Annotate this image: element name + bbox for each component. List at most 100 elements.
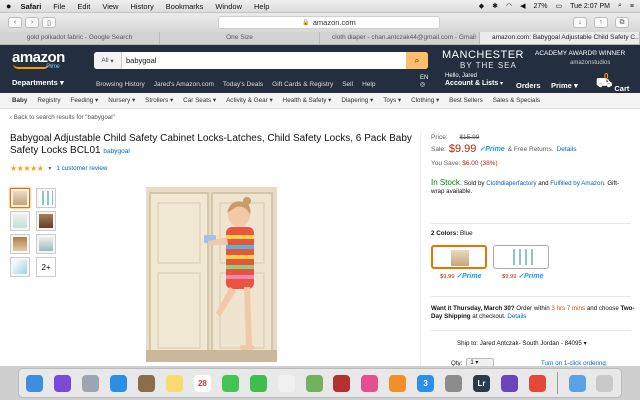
imovie-icon[interactable] [500, 374, 518, 392]
clock[interactable]: Tue 2:07 PM [570, 3, 610, 10]
chrome-icon[interactable] [528, 374, 546, 392]
subnav-best-sellers[interactable]: Best Sellers [449, 97, 483, 104]
subnav-car-seats[interactable]: Car Seats ▾ [183, 97, 216, 104]
menu-help[interactable]: Help [254, 2, 269, 11]
menu-safari[interactable]: Safari [20, 2, 41, 11]
tab-gmail[interactable]: cloth diaper - chan.antczak44@gmail.com … [320, 32, 480, 44]
itunes-icon[interactable] [361, 374, 379, 392]
free-returns-details-link[interactable]: Details [557, 146, 577, 153]
thumbnail[interactable] [10, 211, 30, 231]
prime-menu[interactable]: Prime ▾ [551, 81, 578, 90]
menu-bookmarks[interactable]: Bookmarks [166, 2, 204, 11]
sidebar-icon[interactable]: ▯ [42, 17, 56, 28]
lightroom-icon[interactable]: Lr [472, 374, 490, 392]
promo-banner[interactable]: MANCHESTER BY THE SEA ACADEMY AWARD® WIN… [440, 49, 640, 71]
bluetooth-icon[interactable]: ✱ [492, 2, 498, 10]
star-rating[interactable]: ★★★★★ [10, 164, 44, 173]
notes-icon[interactable] [165, 374, 183, 392]
subnav-health-safety[interactable]: Health & Safety ▾ [283, 97, 332, 104]
volume-icon[interactable]: ◀ [520, 2, 525, 10]
maps-icon[interactable] [305, 374, 323, 392]
nav-sell[interactable]: Sell [342, 81, 353, 88]
subnav-baby[interactable]: Baby [12, 97, 27, 104]
chevron-down-icon[interactable]: ▾ [48, 165, 51, 172]
subnav-feeding[interactable]: Feeding ▾ [71, 97, 99, 104]
color-swatch-blue[interactable] [431, 245, 487, 269]
orders-link[interactable]: Orders [516, 81, 541, 90]
subnav-nursery[interactable]: Nursery ▾ [108, 97, 135, 104]
menu-view[interactable]: View [102, 2, 118, 11]
subnav-toys[interactable]: Toys ▾ [383, 97, 401, 104]
launchpad-icon[interactable] [82, 374, 100, 392]
menu-history[interactable]: History [130, 2, 153, 11]
photo-icon[interactable] [138, 374, 156, 392]
thumbnail[interactable] [10, 188, 30, 208]
trash-icon[interactable] [596, 374, 614, 392]
subnav-diapering[interactable]: Diapering ▾ [341, 97, 373, 104]
apple-icon[interactable]: ● [6, 1, 11, 11]
nav-gift-cards[interactable]: Gift Cards & Registry [272, 81, 333, 88]
product-main-image[interactable] [146, 187, 277, 362]
color-swatch-white[interactable] [493, 245, 549, 269]
brand-link[interactable]: babygoal [103, 148, 129, 155]
thumbnail[interactable] [36, 211, 56, 231]
search-icon[interactable]: ⌕ [618, 2, 622, 10]
language-selector[interactable]: EN ◎ [420, 75, 428, 89]
tab-one-size[interactable]: One Size [160, 32, 320, 44]
seller-link[interactable]: Clothdiaperfactory [486, 180, 536, 187]
account-menu[interactable]: Hello, Jared Account & Lists ▾ [445, 73, 503, 88]
search-input[interactable]: babygoal [122, 52, 406, 69]
tab-google-search[interactable]: gold polkadot fabric - Google Search [0, 32, 160, 44]
thumbnail[interactable] [36, 234, 56, 254]
subnav-activity-gear[interactable]: Activity & Gear ▾ [226, 97, 273, 104]
ibooks-icon[interactable] [389, 374, 407, 392]
messages-icon[interactable] [221, 374, 239, 392]
nav-browsing-history[interactable]: Browsing History [96, 81, 145, 88]
menu-file[interactable]: File [53, 2, 65, 11]
address-bar[interactable]: 🔒 amazon.com [218, 16, 440, 29]
subnav-clothing[interactable]: Clothing ▾ [411, 97, 439, 104]
menu-list-icon[interactable]: ≡ [630, 3, 634, 10]
downloads-icon[interactable] [568, 374, 586, 392]
battery-icon[interactable]: ▭ [556, 2, 563, 10]
photos-icon[interactable] [277, 374, 295, 392]
thumbnail[interactable] [36, 188, 56, 208]
nav-todays-deals[interactable]: Today's Deals [223, 81, 263, 88]
calendar-icon[interactable]: 28 [193, 374, 211, 392]
system-preferences-icon[interactable] [445, 374, 463, 392]
thumbnail[interactable] [10, 234, 30, 254]
thumbnail[interactable] [10, 257, 30, 277]
download-icon[interactable]: ↓ [573, 17, 587, 28]
finder-icon[interactable] [26, 374, 44, 392]
wifi-icon[interactable]: ◠ [506, 2, 512, 10]
subnav-strollers[interactable]: Strollers ▾ [145, 97, 173, 104]
tabs-overview-icon[interactable]: ⧉ [615, 17, 629, 28]
back-to-results-link[interactable]: ‹ Back to search results for "babygoal" [10, 114, 115, 121]
forward-button[interactable]: › [25, 17, 39, 28]
facetime-icon[interactable] [249, 374, 267, 392]
search-category[interactable]: All ▾ [94, 52, 122, 69]
more-images-button[interactable]: 2+ [36, 257, 56, 277]
nav-help[interactable]: Help [362, 81, 375, 88]
menu-window[interactable]: Window [215, 2, 242, 11]
cart-button[interactable]: ⛟ 0 Cart [596, 72, 629, 93]
subnav-sales-specials[interactable]: Sales & Specials [493, 97, 540, 104]
delivery-details-link[interactable]: Details [507, 313, 526, 320]
safari-icon[interactable] [110, 374, 128, 392]
menu-edit[interactable]: Edit [77, 2, 90, 11]
share-icon[interactable]: ↑ [594, 17, 608, 28]
ship-to-selector[interactable]: Ship to: Jared Antczak- South Jordan - 8… [457, 340, 587, 347]
fulfilled-by-amazon-link[interactable]: Fulfilled by Amazon. [550, 180, 605, 187]
amazon-logo[interactable]: amazon Prime [12, 49, 65, 70]
photo-booth-icon[interactable] [333, 374, 351, 392]
subnav-registry[interactable]: Registry [37, 97, 60, 104]
dropbox-icon[interactable]: ◆ [479, 2, 484, 10]
search-button[interactable]: ⌕ [406, 52, 428, 69]
tab-amazon[interactable]: amazon.com: Babygoal Adjustable Child Sa… [480, 32, 640, 44]
siri-icon[interactable] [54, 374, 72, 392]
back-button[interactable]: ‹ [8, 17, 22, 28]
app-store-icon[interactable]: 3 [417, 374, 435, 392]
review-count-link[interactable]: 1 customer review [56, 165, 107, 172]
nav-jareds-amazon[interactable]: Jared's Amazon.com [154, 81, 214, 88]
departments-menu[interactable]: Departments ▾ [12, 78, 64, 87]
